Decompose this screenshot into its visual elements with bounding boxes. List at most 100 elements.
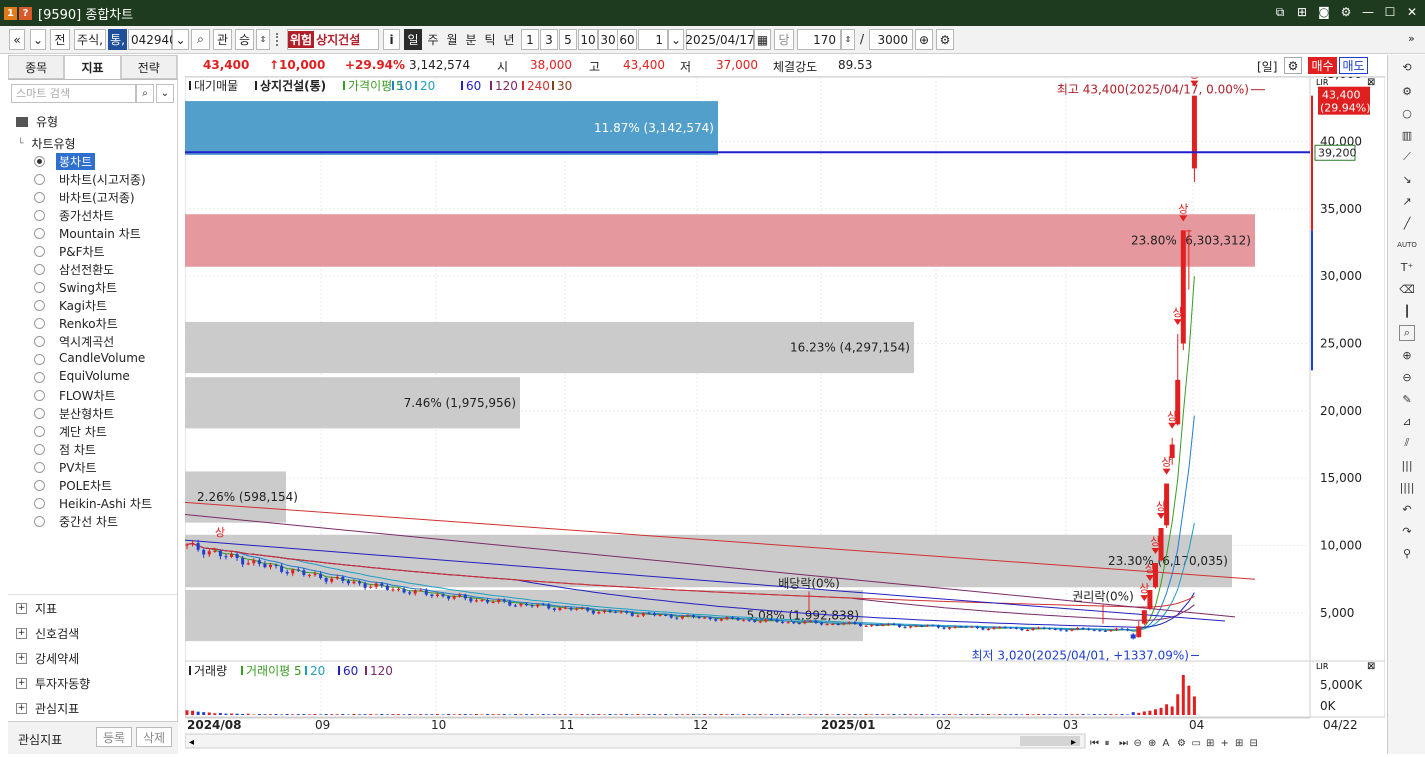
chart-type-radio[interactable] (34, 516, 45, 527)
chart-type-radio[interactable] (34, 354, 45, 365)
refresh-icon[interactable]: ⟲ (1399, 59, 1415, 75)
search-icon[interactable]: ⌕ (191, 29, 210, 50)
diagonal-line-icon[interactable]: ╱ (1399, 215, 1415, 231)
smart-search-input[interactable]: 스마트 검색 (11, 84, 136, 103)
auto-line-icon[interactable]: AUTO (1399, 237, 1415, 253)
watch-button[interactable]: 관 (213, 29, 232, 50)
chart-type-option[interactable]: POLE차트 (59, 477, 112, 494)
chart-type-option[interactable]: 점 차트 (59, 441, 96, 458)
chart-type-option[interactable]: Swing차트 (59, 279, 117, 296)
indicator-group-item[interactable]: +관심지표 (16, 700, 79, 717)
link-icon[interactable]: ⊞ (1295, 4, 1309, 20)
zoom-in-icon[interactable]: ⊕ (1399, 347, 1415, 363)
text-tool-icon[interactable]: T⁺ (1399, 259, 1415, 275)
indicator-group-item[interactable]: +지표 (16, 600, 57, 617)
redo-icon[interactable]: ↷ (1399, 523, 1415, 539)
all-erase-icon[interactable]: ⌫ (1399, 281, 1415, 297)
chart-type-option[interactable]: 바차트(시고저종) (59, 171, 146, 188)
interval-60[interactable]: 60 (617, 29, 637, 50)
search-icon[interactable]: ⌕ (136, 84, 154, 103)
close-icon[interactable]: ✕ (1405, 4, 1419, 20)
period-year[interactable]: 년 (500, 29, 518, 50)
date-input[interactable]: 2025/04/17 (686, 29, 754, 50)
interval-dropdown-icon[interactable]: ⌄ (668, 29, 684, 50)
chart-type-option[interactable]: EquiVolume (59, 369, 130, 383)
pencil-icon[interactable]: ✎ (1399, 391, 1415, 407)
ray-tool-icon[interactable]: ↗ (1399, 193, 1415, 209)
vertical-lines-icon[interactable]: ||| (1399, 457, 1415, 473)
chart-type-option[interactable]: 삼선전환도 (59, 261, 114, 278)
count-spinner-icon[interactable]: ⇕ (841, 29, 855, 50)
price-chart[interactable]: 45,00040,00035,00030,00025,00020,00015,0… (185, 77, 1385, 754)
chart-area[interactable]: 45,00040,00035,00030,00025,00020,00015,0… (185, 77, 1385, 754)
period-week[interactable]: 주 (424, 29, 442, 50)
chart-type-option[interactable]: Heikin-Ashi 차트 (59, 495, 152, 512)
period-minute[interactable]: 분 (462, 29, 480, 50)
indicator-group-item[interactable]: +신호검색 (16, 625, 79, 642)
chart-type-radio[interactable] (34, 192, 45, 203)
chart-type-radio[interactable] (34, 318, 45, 329)
chart-type-radio[interactable] (34, 444, 45, 455)
line-tool-icon[interactable]: ⟋ (1399, 149, 1415, 165)
market-type-select[interactable]: 주식, (74, 29, 106, 50)
period-day[interactable]: 일 (404, 29, 422, 50)
interval-input[interactable]: 1 (638, 29, 668, 50)
period-month[interactable]: 월 (443, 29, 461, 50)
interval-5[interactable]: 5 (559, 29, 577, 50)
chart-type-radio[interactable] (34, 300, 45, 311)
expand-icon[interactable]: + (16, 603, 27, 614)
chart-type-radio[interactable] (34, 282, 45, 293)
expand-icon[interactable]: » (1408, 32, 1415, 45)
chart-type-option[interactable]: Renko차트 (59, 315, 118, 332)
chart-type-option[interactable]: 봉차트 (56, 153, 95, 170)
tab-stock[interactable]: 종목 (8, 55, 64, 79)
expand-icon[interactable]: + (16, 703, 27, 714)
zoom-in-icon[interactable]: ⊕ (915, 29, 933, 50)
chart-type-option[interactable]: 계단 차트 (59, 423, 107, 440)
grid-lines-icon[interactable]: |||| (1399, 479, 1415, 495)
magnifier-icon[interactable]: ⚲ (1399, 545, 1415, 561)
chart-type-option[interactable]: Kagi차트 (59, 297, 107, 314)
delete-button[interactable]: 삭제 (136, 727, 172, 747)
chart-type-option[interactable]: P&F차트 (59, 243, 105, 260)
spinner-icon[interactable]: ⇕ (256, 29, 270, 50)
stock-name-box[interactable]: 위험 상지건설 (287, 29, 379, 50)
chart-type-radio[interactable] (34, 408, 45, 419)
chart-type-option[interactable]: 바차트(고저종) (59, 189, 135, 206)
register-button[interactable]: 등록 (96, 727, 132, 747)
category-folder[interactable]: 유형 (16, 113, 58, 130)
horizontal-scrollbar[interactable] (185, 734, 1085, 748)
parallel-icon[interactable]: ⫽ (1399, 435, 1415, 451)
gear-icon[interactable]: ⚙ (1284, 57, 1302, 74)
chart-type-radio[interactable] (34, 264, 45, 275)
info-button[interactable]: i (383, 29, 400, 50)
tab-strategy[interactable]: 전략 (121, 55, 177, 79)
zoom-out-icon[interactable]: ⊖ (1399, 369, 1415, 385)
chart-type-option[interactable]: FLOW차트 (59, 387, 116, 404)
indicator-group-item[interactable]: +투자자동향 (16, 675, 90, 692)
integrated-toggle[interactable]: 통, (108, 29, 127, 50)
minimize-icon[interactable]: — (1361, 4, 1375, 20)
interval-10[interactable]: 10 (578, 29, 598, 50)
indicator-group-item[interactable]: +강세약세 (16, 650, 79, 667)
chart-type-option[interactable]: 역시계곡선 (59, 333, 114, 350)
screenshot-icon[interactable]: ◙ (1317, 4, 1331, 20)
count-input[interactable]: 170 (797, 29, 841, 50)
chart-type-radio[interactable] (34, 462, 45, 473)
stock-code-input[interactable]: 042940 (128, 29, 172, 50)
sell-button[interactable]: 매도 (1339, 57, 1368, 74)
total-input[interactable]: 3000 (869, 29, 913, 50)
period-tick[interactable]: 틱 (481, 29, 499, 50)
chart-type-node[interactable]: └ 차트유형 (18, 135, 76, 152)
chart-type-option[interactable]: CandleVolume (59, 351, 145, 365)
chart-type-option[interactable]: Mountain 차트 (59, 225, 141, 242)
expand-icon[interactable]: + (16, 628, 27, 639)
help-icon[interactable]: ? (19, 7, 32, 20)
trend-tool-icon[interactable]: ↘ (1399, 171, 1415, 187)
rise-button[interactable]: 승 (235, 29, 254, 50)
candle-icon[interactable]: ┃ (1399, 303, 1415, 319)
chart-type-radio[interactable] (34, 210, 45, 221)
zoom-select-icon[interactable]: ⌕ (1399, 325, 1415, 341)
buy-button[interactable]: 매수 (1308, 57, 1337, 74)
interval-3[interactable]: 3 (540, 29, 558, 50)
